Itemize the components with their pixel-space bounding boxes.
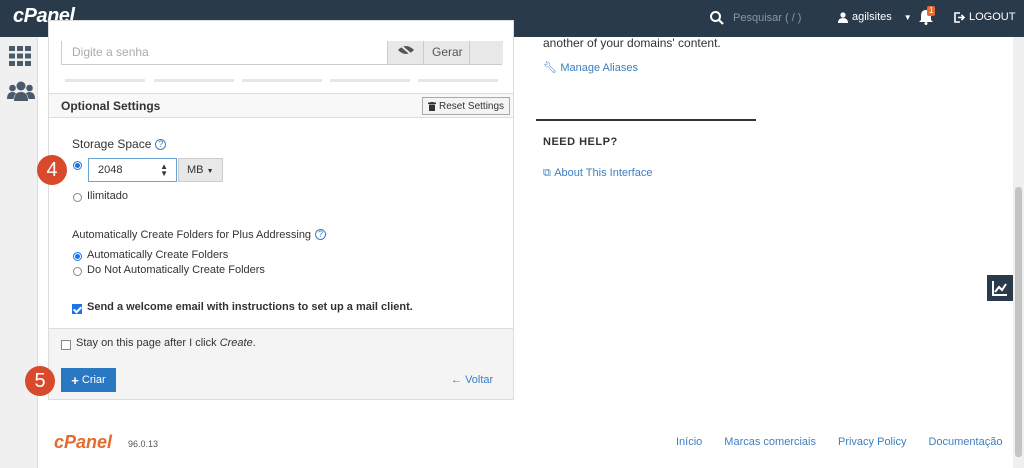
unlimited-label: Ilimitado (87, 190, 128, 202)
divider (536, 119, 756, 121)
sidebar (0, 37, 38, 468)
about-interface-link[interactable]: ⧉ About This Interface (543, 165, 652, 180)
strength-segment (154, 79, 234, 82)
search-box[interactable]: Pesquisar ( / ) (709, 10, 801, 26)
strength-segment (330, 79, 410, 82)
reset-settings-label: Reset Settings (439, 100, 505, 112)
username: agilsites (852, 11, 892, 23)
user-menu[interactable]: agilsites ▼ (838, 11, 912, 23)
storage-unit-dropdown[interactable]: MB ▼ (178, 158, 223, 182)
plus-icon: + (71, 372, 79, 388)
manage-aliases-label: Manage Aliases (560, 62, 638, 74)
wrench-icon: 🔧︎ (543, 62, 557, 74)
page-scrollbar[interactable] (1013, 37, 1024, 468)
stats-chart-button[interactable] (987, 275, 1013, 301)
generate-password-button[interactable]: Gerar (423, 41, 469, 64)
create-label: Criar (81, 374, 106, 386)
generate-options-dropdown[interactable] (469, 41, 503, 64)
external-link-icon: ⧉ (543, 167, 551, 179)
help-icon[interactable]: ? (155, 139, 167, 150)
users-icon[interactable] (7, 80, 35, 102)
trash-icon (428, 101, 436, 111)
back-label: Voltar (465, 374, 494, 386)
caret-down-icon: ▼ (206, 168, 214, 175)
stay-on-page-checkbox[interactable] (61, 340, 71, 350)
chevron-down-icon: ▼ (903, 12, 912, 22)
step-marker-5: 5 (25, 366, 55, 396)
arrow-left-icon: ← (451, 374, 462, 386)
logout-label: LOGOUT (969, 11, 1016, 23)
password-placeholder: Digite a senha (72, 45, 149, 59)
user-icon (838, 11, 848, 23)
email-form-panel: Digite a senha Gerar Optional Settings R… (48, 20, 514, 400)
storage-space-text: Storage Space (72, 137, 152, 151)
step-marker-4: 4 (37, 155, 67, 185)
eye-slash-icon (398, 43, 414, 57)
logout-button[interactable]: LOGOUT (954, 11, 1015, 23)
stay-on-page-label: Stay on this page after I click Create. (76, 337, 256, 349)
stay-text: Stay on this page after I click (76, 337, 220, 349)
no-auto-create-radio[interactable] (73, 267, 82, 276)
stay-text-end: . (252, 337, 256, 349)
search-placeholder: Pesquisar ( / ) (733, 12, 802, 24)
form-actions-bar: Stay on this page after I click Create. … (49, 328, 513, 399)
auto-create-radio[interactable] (73, 252, 82, 261)
back-link[interactable]: ← Voltar (451, 374, 493, 386)
logout-icon (954, 11, 965, 23)
welcome-email-checkbox[interactable] (72, 304, 82, 314)
strength-segment (65, 79, 145, 82)
welcome-email-label: Send a welcome email with instructions t… (87, 301, 413, 313)
footer-link-home[interactable]: Início (676, 436, 702, 448)
notification-badge: 1 (927, 6, 936, 16)
strength-segment (242, 79, 322, 82)
no-auto-create-label: Do Not Automatically Create Folders (87, 264, 265, 276)
apps-grid-icon[interactable] (8, 45, 32, 67)
toggle-visibility-button[interactable] (387, 41, 423, 64)
storage-limited-radio[interactable] (73, 161, 82, 170)
footer-link-privacy[interactable]: Privacy Policy (838, 436, 906, 448)
password-field[interactable]: Digite a senha Gerar (61, 41, 503, 65)
scrollbar-thumb[interactable] (1015, 187, 1022, 457)
version-number: 96.0.13 (128, 439, 159, 449)
storage-unlimited-radio[interactable] (73, 193, 82, 202)
strength-segment (418, 79, 498, 82)
need-help-heading: NEED HELP? (543, 136, 618, 148)
footer-link-trademarks[interactable]: Marcas comerciais (724, 436, 816, 448)
folders-text: Automatically Create Folders for Plus Ad… (72, 229, 312, 241)
help-icon[interactable]: ? (315, 229, 327, 240)
domains-text: another of your domains' content. (543, 36, 721, 50)
folders-label: Automatically Create Folders for Plus Ad… (72, 229, 327, 241)
footer-links: Início Marcas comerciais Privacy Policy … (676, 436, 1002, 448)
spinner-arrows-icon[interactable]: ▲ ▼ (160, 163, 168, 178)
notifications-button[interactable]: 1 (919, 6, 936, 27)
create-button[interactable]: + Criar (61, 368, 116, 392)
stay-text-emphasis: Create (219, 337, 253, 349)
search-icon (710, 11, 724, 25)
auto-create-label: Automatically Create Folders (87, 249, 229, 261)
storage-quota-input[interactable]: 2048 ▲ ▼ (88, 158, 177, 182)
optional-settings-title: Optional Settings (61, 99, 161, 113)
footer-link-documentation[interactable]: Documentação (928, 436, 1002, 448)
storage-space-label: Storage Space? (72, 137, 167, 151)
reset-settings-button[interactable]: Reset Settings (422, 97, 511, 115)
about-interface-label: About This Interface (554, 167, 653, 179)
storage-quota-value: 2048 (98, 164, 123, 176)
storage-unit-label: MB (187, 164, 204, 176)
line-chart-icon (992, 281, 1007, 296)
optional-settings-header: Optional Settings Reset Settings (49, 93, 513, 118)
manage-aliases-link[interactable]: 🔧︎ Manage Aliases (543, 60, 638, 74)
footer-cpanel-logo: cPanel (54, 432, 113, 452)
